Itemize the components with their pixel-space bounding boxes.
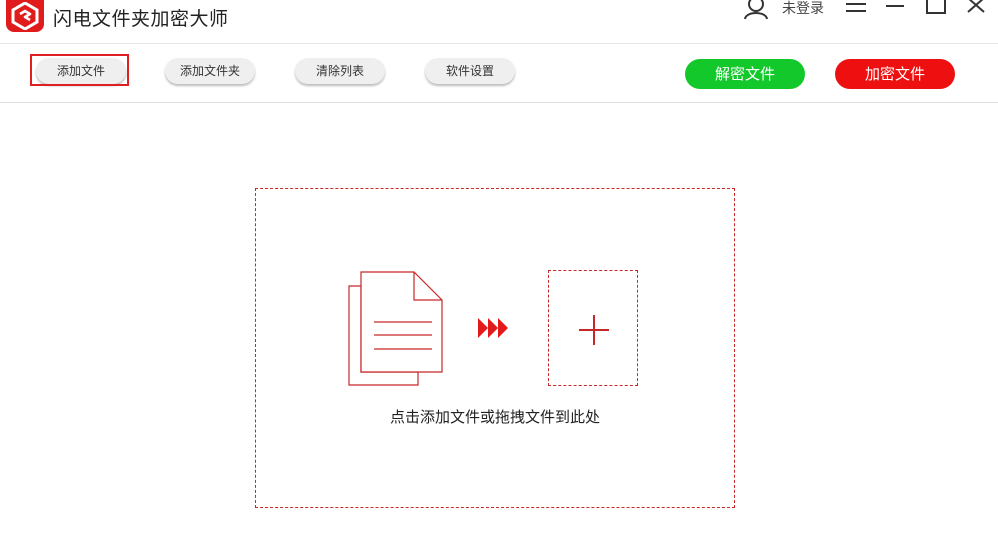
user-icon[interactable] <box>742 0 770 20</box>
app-logo-icon <box>6 0 44 32</box>
document-icon <box>348 270 444 392</box>
login-status[interactable]: 未登录 <box>782 0 824 18</box>
clear-list-button[interactable]: 清除列表 <box>295 58 385 84</box>
add-plus-button[interactable] <box>548 270 638 386</box>
drop-hint-text: 点击添加文件或拖拽文件到此处 <box>389 408 600 426</box>
encrypt-file-button[interactable]: 加密文件 <box>835 59 955 89</box>
toolbar: 添加文件 添加文件夹 清除列表 软件设置 解密文件 加密文件 <box>0 45 998 103</box>
settings-button[interactable]: 软件设置 <box>425 58 515 84</box>
file-drop-zone[interactable] <box>255 188 735 508</box>
plus-icon <box>579 315 609 345</box>
arrows-icon <box>476 316 510 344</box>
minimize-icon[interactable] <box>883 0 907 18</box>
add-file-button[interactable]: 添加文件 <box>36 58 126 84</box>
maximize-icon[interactable] <box>924 0 948 18</box>
close-icon[interactable] <box>964 0 988 18</box>
menu-icon[interactable] <box>844 0 868 18</box>
title-bar: 闪电文件夹加密大师 未登录 <box>0 0 998 44</box>
app-title: 闪电文件夹加密大师 <box>53 8 229 30</box>
add-folder-button[interactable]: 添加文件夹 <box>165 58 255 84</box>
decrypt-file-button[interactable]: 解密文件 <box>685 59 805 89</box>
